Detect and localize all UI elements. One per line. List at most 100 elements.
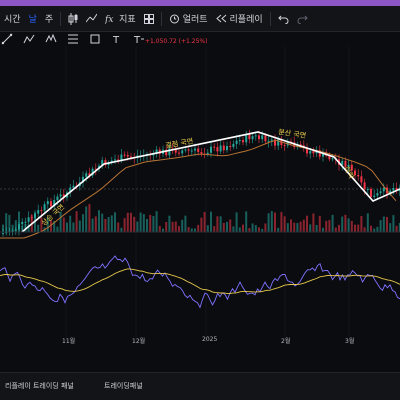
- trendline-tool[interactable]: [0, 32, 14, 46]
- trading-panel-tab[interactable]: 트레이딩패널: [104, 381, 143, 391]
- toolbar-divider: [60, 11, 62, 26]
- volume-bar: [88, 204, 91, 232]
- pattern-tool[interactable]: [44, 32, 58, 46]
- path-tool[interactable]: [22, 32, 36, 46]
- candle-body: [194, 148, 196, 151]
- candle-body: [34, 213, 36, 218]
- volume-bar: [357, 224, 360, 232]
- volume-bar: [66, 222, 68, 232]
- svg-text:T: T: [133, 35, 141, 45]
- week-interval-button[interactable]: 주: [41, 12, 57, 25]
- grid-layout-icon: [143, 13, 154, 24]
- candle-body: [18, 224, 20, 230]
- candle-body: [370, 189, 372, 197]
- volume-bar: [197, 224, 200, 232]
- alert-label: 얼러트: [182, 15, 208, 25]
- bottom-panel-bar: 리플레이 트레이딩 패널 트레이딩패널: [0, 372, 400, 400]
- week-label: 주: [44, 15, 54, 25]
- volume-bar: [274, 212, 276, 232]
- volume-bar: [142, 214, 145, 232]
- volume-bar: [318, 215, 321, 232]
- candle-body: [258, 135, 260, 140]
- volume-bar: [59, 211, 62, 232]
- candle-body: [219, 145, 222, 152]
- fibonacci-icon: [68, 34, 78, 44]
- volume-bar: [117, 222, 120, 232]
- candle-body: [56, 196, 59, 201]
- replay-button[interactable]: 리플레이: [212, 12, 267, 25]
- volume-bar: [229, 219, 232, 232]
- signal-line: [0, 268, 400, 295]
- candle-body: [197, 148, 200, 153]
- volume-bar: [114, 212, 116, 232]
- price-chart[interactable]: 상승 국면 결점 국면 분산 국면 하락: [0, 46, 400, 342]
- indicators-button[interactable]: ƒx 지표: [101, 12, 140, 25]
- volume-bar: [389, 223, 392, 232]
- volume-bar: [290, 219, 292, 232]
- volume-bar: [85, 206, 88, 232]
- candle-body: [190, 150, 193, 152]
- volume-bar: [366, 213, 369, 232]
- interval-selector[interactable]: 시간: [0, 12, 25, 25]
- day-label: 날: [28, 15, 37, 25]
- axis-label-mar: 3월: [345, 338, 355, 345]
- text-tool[interactable]: T: [110, 32, 124, 46]
- volume-bar: [123, 218, 126, 232]
- compare-button[interactable]: [82, 13, 101, 24]
- volume-bar: [293, 222, 296, 232]
- volume-bar: [56, 226, 59, 232]
- volume-bar: [264, 223, 267, 232]
- candle-body: [242, 140, 244, 143]
- volume-bar: [187, 227, 190, 232]
- volume-bar: [280, 211, 283, 232]
- undo-button[interactable]: [274, 14, 293, 24]
- candle-body: [27, 217, 30, 222]
- chart-type-button[interactable]: [64, 12, 82, 25]
- volume-bar: [130, 212, 132, 232]
- alert-button[interactable]: 얼러트: [165, 12, 212, 25]
- volume-bar: [206, 225, 209, 232]
- volume-bar: [270, 211, 273, 232]
- candle-body: [331, 158, 334, 160]
- fib-tool[interactable]: [66, 32, 80, 46]
- volume-bar: [168, 215, 171, 232]
- trendline-icon: [1, 33, 13, 45]
- candle-body: [366, 189, 369, 191]
- day-interval-button[interactable]: 날: [25, 12, 41, 25]
- volume-bar: [171, 221, 174, 232]
- measure-tool[interactable]: T: [132, 32, 146, 46]
- volume-bar: [296, 223, 299, 232]
- candle-body: [264, 135, 267, 142]
- candle-body: [261, 135, 264, 140]
- volume-bar: [379, 220, 382, 232]
- volume-bar: [242, 224, 244, 232]
- svg-text:ƒx: ƒx: [105, 15, 113, 24]
- volume-bar: [91, 218, 94, 232]
- candle-body: [123, 154, 126, 156]
- candle-body: [312, 151, 315, 154]
- candle-body: [245, 134, 248, 143]
- redo-button[interactable]: [293, 14, 312, 24]
- volume-bar: [213, 226, 216, 232]
- layout-button[interactable]: [140, 13, 158, 24]
- redo-icon: [297, 15, 308, 24]
- candle-body: [46, 201, 49, 205]
- candle-body: [126, 155, 129, 157]
- rectangle-tool[interactable]: [88, 32, 102, 46]
- volume-bar: [101, 213, 104, 232]
- candle-body: [40, 210, 43, 212]
- pattern-icon: [45, 33, 57, 43]
- volume-bar: [382, 216, 385, 232]
- volume-bar: [178, 226, 180, 232]
- volume-bar: [312, 213, 315, 232]
- candle-body: [309, 151, 312, 154]
- volume-bar: [325, 220, 328, 232]
- candle-body: [181, 150, 184, 154]
- candle-body: [357, 175, 360, 177]
- volume-bar: [248, 228, 251, 232]
- volume-bar: [306, 215, 308, 232]
- volume-bar: [232, 226, 235, 232]
- toolbar-divider: [269, 11, 271, 26]
- replay-trading-panel-tab[interactable]: 리플레이 트레이딩 패널: [5, 381, 74, 391]
- candle-body: [376, 193, 379, 196]
